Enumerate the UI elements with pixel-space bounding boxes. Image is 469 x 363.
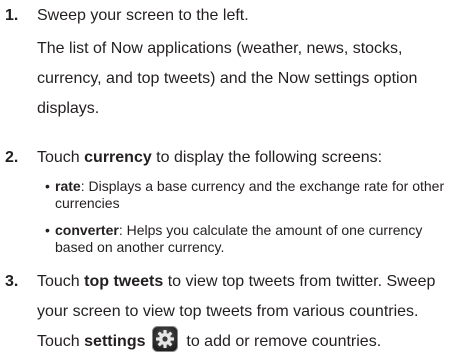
step-number: 3. <box>5 273 19 290</box>
list-item: • rate: Displays a base currency and the … <box>45 178 445 211</box>
bullet-list: • rate: Displays a base currency and the … <box>45 178 463 266</box>
instruction-document: 1. Sweep your screen to the left. The li… <box>0 0 469 363</box>
step-text: Touch currency to display the following … <box>37 149 383 166</box>
step-number: 1. <box>5 7 19 24</box>
step-text: Sweep your screen to the left. <box>37 7 249 24</box>
step-text: Touch top tweets to view top tweets from… <box>37 273 436 352</box>
list-item: • converter: Helps you calculate the amou… <box>45 222 423 255</box>
bullet-icon: • <box>45 178 50 194</box>
step-number: 2. <box>5 149 19 166</box>
bullet-icon: • <box>45 222 50 238</box>
settings-gear-icon <box>151 325 178 352</box>
step-description: The list of Now applications (weather, n… <box>37 40 418 117</box>
